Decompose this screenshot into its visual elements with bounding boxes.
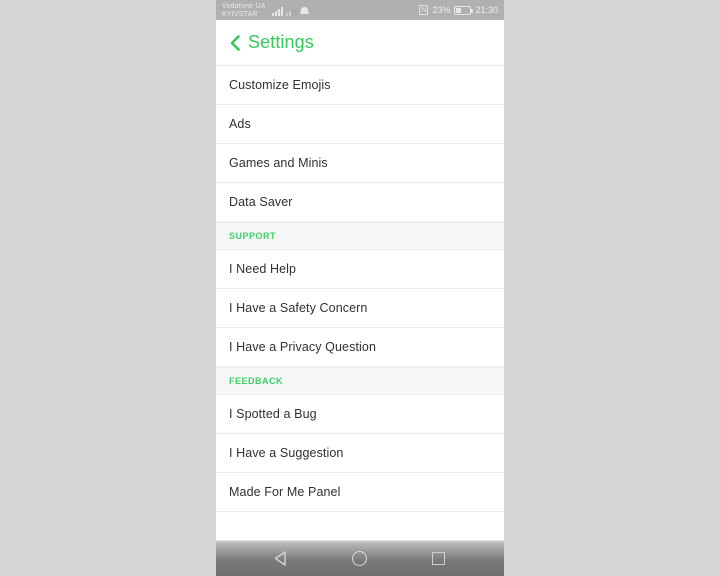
list-item-customize-emojis[interactable]: Customize Emojis [216,66,504,105]
section-header-feedback: FEEDBACK [216,367,504,395]
screen-canvas: Vodafone UA KYIVSTAR N 23% 21:30 Setting… [0,0,720,576]
nav-home-button[interactable] [340,544,380,574]
section-header-label: FEEDBACK [229,376,284,386]
list-item-data-saver[interactable]: Data Saver [216,183,504,222]
list-item-i-have-a-safety-concern[interactable]: I Have a Safety Concern [216,289,504,328]
list-item-games-and-minis[interactable]: Games and Minis [216,144,504,183]
list-item-label: I Have a Safety Concern [229,301,368,315]
signal-icon-secondary [286,6,298,16]
list-item-i-need-help[interactable]: I Need Help [216,250,504,289]
chevron-left-icon[interactable] [229,34,242,52]
clock-label: 21:30 [475,4,498,15]
triangle-back-icon [274,551,286,566]
signal-icon [272,6,284,16]
carrier-label: Vodafone UA KYIVSTAR [222,3,265,18]
list-item-label: I Spotted a Bug [229,407,317,421]
square-recents-icon [432,552,446,565]
list-item-label: I Need Help [229,262,297,276]
list-item-ads[interactable]: Ads [216,105,504,144]
status-bar: Vodafone UA KYIVSTAR N 23% 21:30 [216,0,504,20]
section-header-label: SUPPORT [229,231,277,241]
nav-recents-button[interactable] [419,544,459,574]
list-item-label: Ads [229,117,251,131]
list-item-label: Games and Minis [229,156,328,170]
status-right-group: N 23% 21:30 [419,5,498,15]
battery-icon [454,5,474,15]
list-item-made-for-me-panel[interactable]: Made For Me Panel [216,473,504,512]
list-item-i-have-a-suggestion[interactable]: I Have a Suggestion [216,434,504,473]
android-nav-bar [216,540,504,576]
list-item-i-have-a-privacy-question[interactable]: I Have a Privacy Question [216,328,504,367]
list-item-label: Data Saver [229,195,293,209]
page-title: Settings [248,32,314,52]
app-header: Settings [216,20,504,66]
list-item-label: Customize Emojis [229,78,331,92]
section-header-support: SUPPORT [216,222,504,250]
carrier-line-2: KYIVSTAR [222,10,258,18]
bell-icon [300,6,310,16]
circle-home-icon [352,551,368,566]
list-item-label: I Have a Privacy Question [229,340,377,354]
list-item-label: Made For Me Panel [229,485,341,499]
nav-back-button[interactable] [261,544,301,574]
status-signal-group [272,5,310,16]
carrier-line-1: Vodafone UA [222,2,266,10]
list-item-i-spotted-a-bug[interactable]: I Spotted a Bug [216,395,504,434]
battery-percent-label: 23% [432,4,451,15]
nfc-icon: N [419,5,429,15]
settings-list: Customize Emojis Ads Games and Minis Dat… [216,66,504,540]
list-item-label: I Have a Suggestion [229,446,344,460]
phone-screen: Vodafone UA KYIVSTAR N 23% 21:30 Setting… [216,0,504,576]
